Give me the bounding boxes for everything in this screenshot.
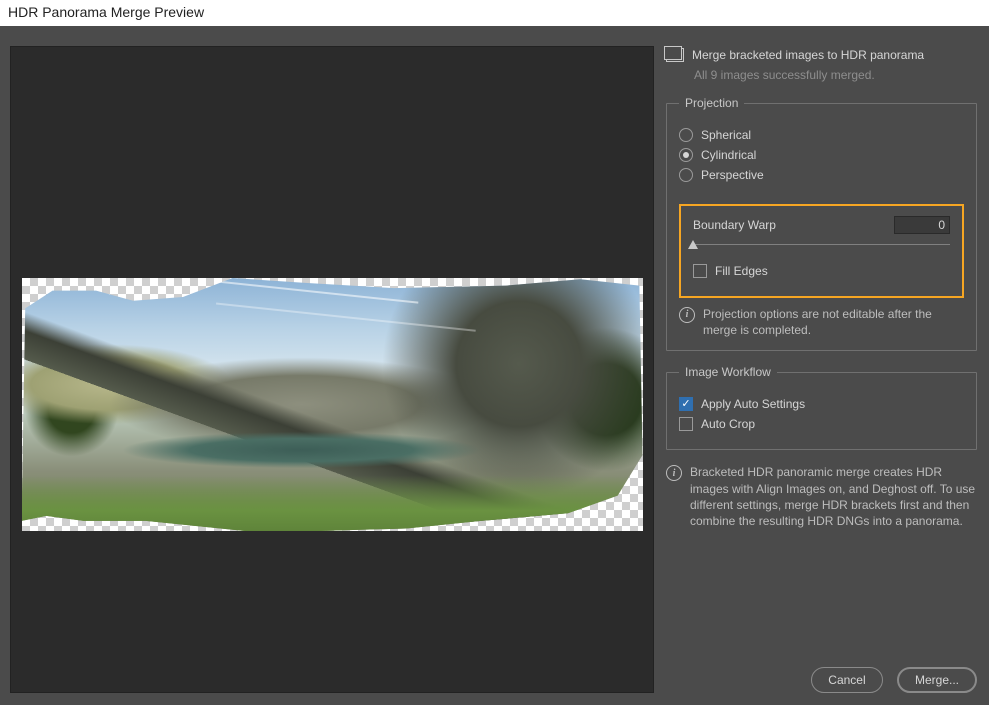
checkbox-label: Apply Auto Settings: [701, 397, 805, 411]
preview-pane: [0, 26, 662, 705]
checkbox-icon: [693, 264, 707, 278]
checkbox-label: Fill Edges: [715, 264, 768, 278]
boundary-warp-value[interactable]: [894, 216, 950, 234]
workflow-group: Image Workflow Apply Auto Settings Auto …: [666, 365, 977, 450]
preview-frame: [10, 46, 654, 693]
boundary-warp-highlight: Boundary Warp Fill Edges: [679, 204, 964, 298]
dialog-body: Merge bracketed images to HDR panorama A…: [0, 26, 989, 705]
boundary-warp-label: Boundary Warp: [693, 218, 776, 232]
checkbox-label: Auto Crop: [701, 417, 755, 431]
footer-note: i Bracketed HDR panoramic merge creates …: [666, 464, 977, 529]
apply-auto-settings-checkbox[interactable]: Apply Auto Settings: [679, 397, 964, 411]
slider-track: [693, 244, 950, 245]
projection-spherical[interactable]: Spherical: [679, 128, 964, 142]
panorama-preview: [22, 278, 643, 531]
merge-header: Merge bracketed images to HDR panorama: [666, 48, 977, 62]
projection-cylindrical[interactable]: Cylindrical: [679, 148, 964, 162]
slider-thumb[interactable]: [688, 240, 698, 249]
fill-edges-checkbox[interactable]: Fill Edges: [693, 264, 950, 278]
auto-crop-checkbox[interactable]: Auto Crop: [679, 417, 964, 431]
panorama-image: [22, 278, 643, 531]
merge-status: All 9 images successfully merged.: [694, 68, 977, 82]
radio-label: Spherical: [701, 128, 751, 142]
projection-note: i Projection options are not editable af…: [679, 306, 964, 338]
checkbox-icon: [679, 417, 693, 431]
footer-note-text: Bracketed HDR panoramic merge creates HD…: [690, 464, 977, 529]
projection-group: Projection Spherical Cylindrical Perspec…: [666, 96, 977, 351]
merge-button[interactable]: Merge...: [897, 667, 977, 693]
cancel-button[interactable]: Cancel: [811, 667, 883, 693]
projection-note-text: Projection options are not editable afte…: [703, 306, 964, 338]
radio-icon: [679, 148, 693, 162]
info-icon: i: [679, 307, 695, 323]
radio-icon: [679, 168, 693, 182]
settings-pane: Merge bracketed images to HDR panorama A…: [662, 26, 989, 705]
workflow-legend: Image Workflow: [679, 365, 777, 379]
info-icon: i: [666, 465, 682, 481]
stack-icon: [666, 48, 684, 62]
projection-legend: Projection: [679, 96, 744, 110]
radio-icon: [679, 128, 693, 142]
checkbox-icon: [679, 397, 693, 411]
boundary-warp-slider[interactable]: [693, 238, 950, 252]
radio-label: Perspective: [701, 168, 764, 182]
dialog-buttons: Cancel Merge...: [811, 667, 977, 693]
radio-label: Cylindrical: [701, 148, 756, 162]
projection-perspective[interactable]: Perspective: [679, 168, 964, 182]
merge-title: Merge bracketed images to HDR panorama: [692, 48, 924, 62]
